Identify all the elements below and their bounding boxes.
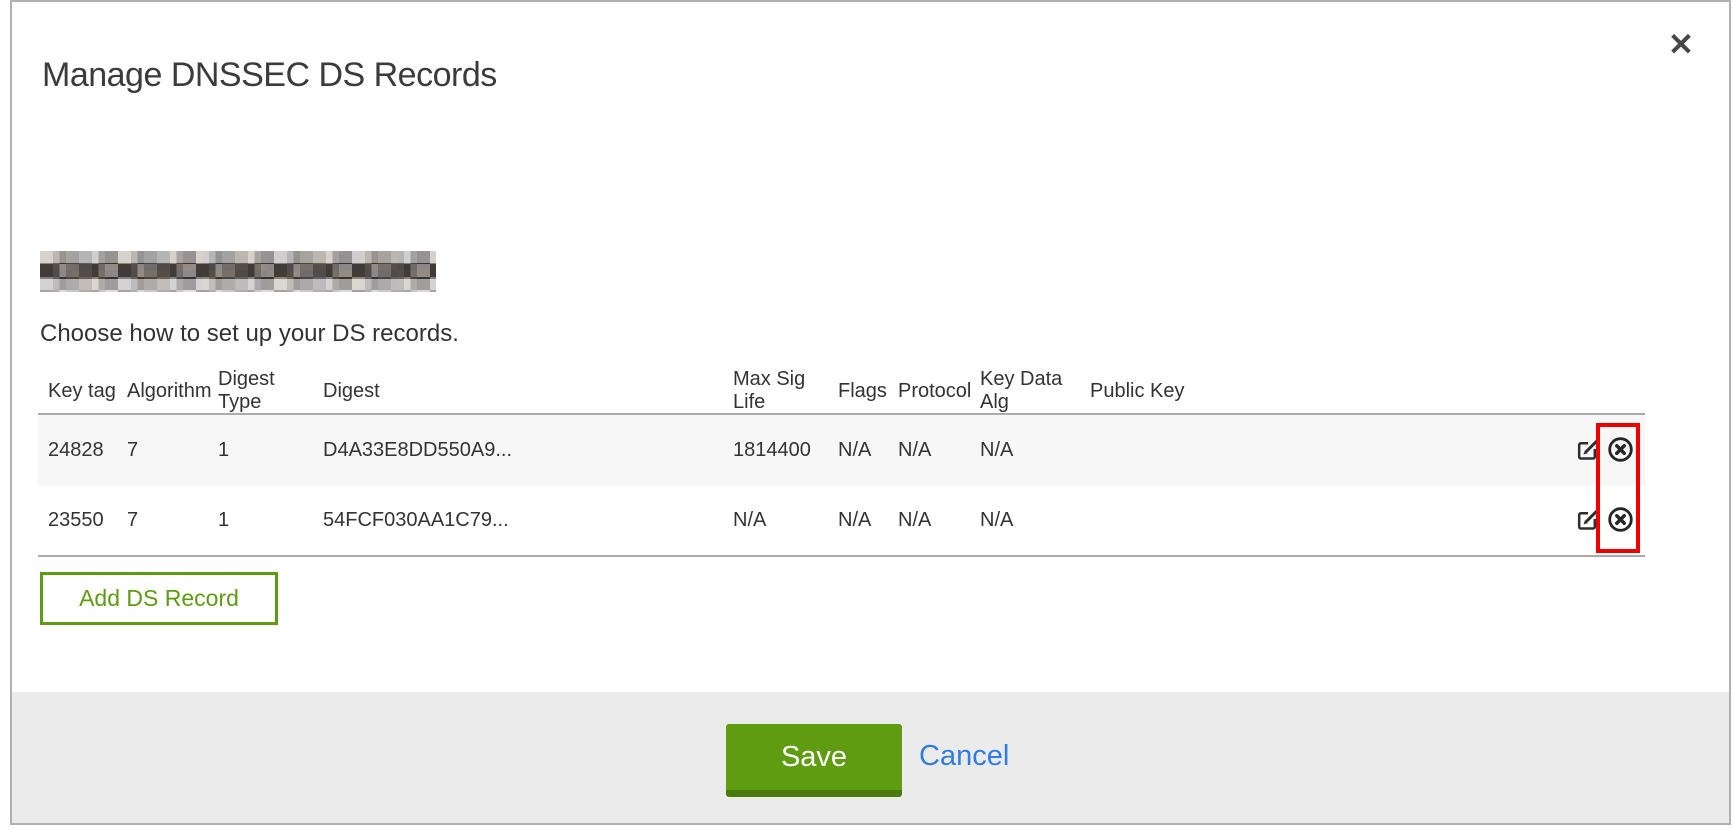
dnssec-modal-page: Manage DNSSEC DS Records ✕ Choose how to… [0, 0, 1734, 830]
col-header-max-sig-life: Max Sig Life [733, 368, 838, 414]
cell-protocol: N/A [898, 509, 980, 532]
cell-digest: D4A33E8DD550A9... [323, 439, 733, 462]
ds-records-table: Key tag Algorithm Digest Type Digest Max… [38, 368, 1645, 557]
delete-record-button[interactable] [1606, 507, 1634, 535]
cell-algorithm: 7 [127, 509, 218, 532]
col-header-public-key: Public Key [1090, 380, 1573, 403]
cell-flags: N/A [838, 509, 898, 532]
cell-digest-type: 1 [218, 439, 323, 462]
cell-key-tag: 24828 [48, 439, 127, 462]
cell-key-data-alg: N/A [980, 439, 1090, 462]
edit-record-button[interactable] [1573, 507, 1601, 535]
col-header-flags: Flags [838, 380, 898, 403]
edit-pencil-icon [1575, 437, 1600, 465]
cell-key-tag: 23550 [48, 509, 127, 532]
delete-record-button[interactable] [1606, 437, 1634, 465]
setup-instruction-text: Choose how to set up your DS records. [40, 320, 459, 348]
row-actions [1573, 437, 1645, 465]
cell-algorithm: 7 [127, 439, 218, 462]
table-header-row: Key tag Algorithm Digest Type Digest Max… [38, 368, 1645, 415]
row-actions [1573, 507, 1645, 535]
add-ds-record-button[interactable]: Add DS Record [40, 572, 278, 625]
cell-flags: N/A [838, 439, 898, 462]
cell-max-sig-life: 1814400 [733, 439, 838, 462]
col-header-key-data-alg: Key Data Alg [980, 368, 1090, 414]
col-header-key-tag: Key tag [48, 380, 127, 403]
redacted-domain-name [40, 251, 436, 292]
edit-pencil-icon [1575, 507, 1600, 535]
page-title: Manage DNSSEC DS Records [42, 56, 497, 95]
circle-x-delete-icon [1607, 506, 1634, 536]
cell-key-data-alg: N/A [980, 509, 1090, 532]
col-header-algorithm: Algorithm [127, 380, 218, 403]
cell-protocol: N/A [898, 439, 980, 462]
circle-x-delete-icon [1607, 436, 1634, 466]
cell-max-sig-life: N/A [733, 509, 838, 532]
table-row: 23550 7 1 54FCF030AA1C79... N/A N/A N/A … [38, 486, 1645, 557]
cell-digest-type: 1 [218, 509, 323, 532]
table-row: 24828 7 1 D4A33E8DD550A9... 1814400 N/A … [38, 415, 1645, 486]
col-header-digest: Digest [323, 380, 733, 403]
cell-digest: 54FCF030AA1C79... [323, 509, 733, 532]
col-header-protocol: Protocol [898, 380, 980, 403]
edit-record-button[interactable] [1573, 437, 1601, 465]
close-icon[interactable]: ✕ [1660, 24, 1702, 66]
cancel-link[interactable]: Cancel [919, 740, 1009, 773]
save-button[interactable]: Save [726, 724, 902, 797]
col-header-digest-type: Digest Type [218, 368, 323, 414]
